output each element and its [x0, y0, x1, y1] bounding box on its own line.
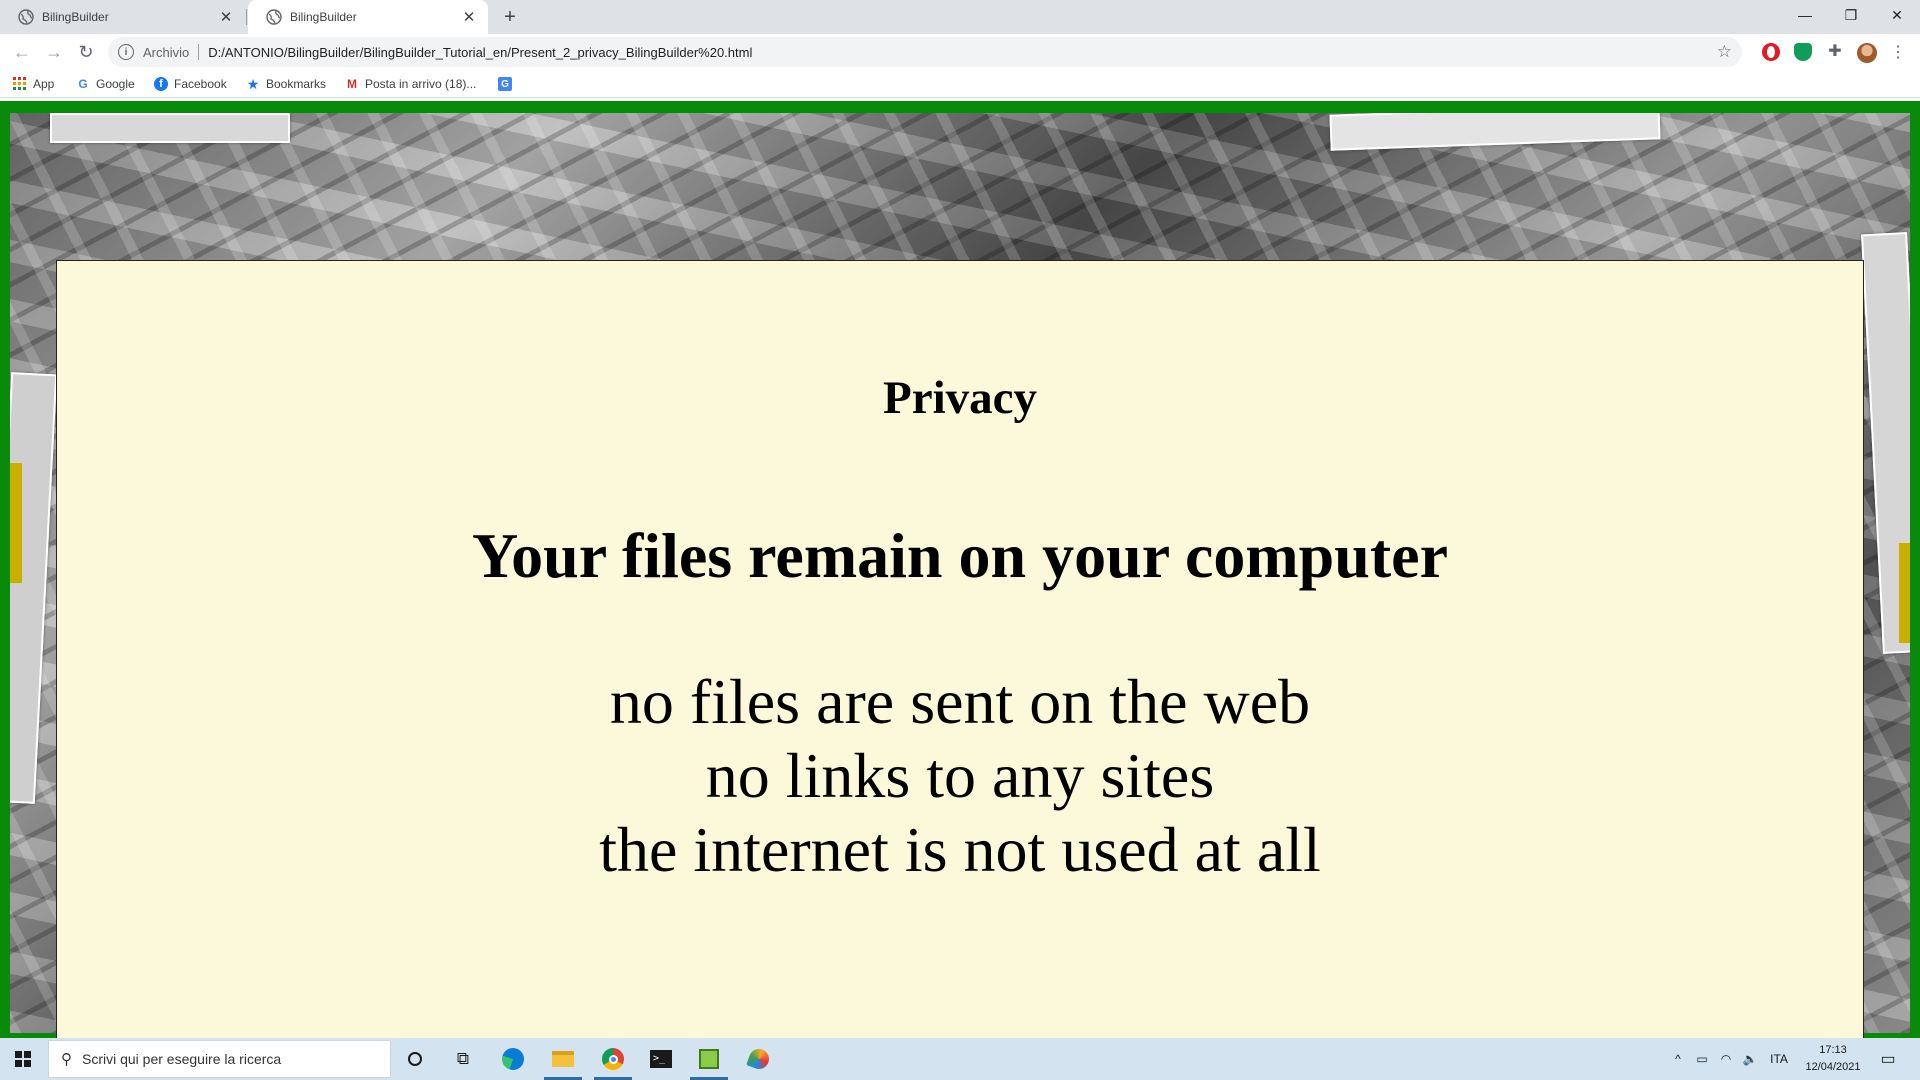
- task-view-icon[interactable]: ⧉: [440, 1038, 486, 1080]
- slide-line-1: no files are sent on the web: [609, 666, 1311, 737]
- gmail-icon: M: [347, 77, 357, 91]
- tab-bilingbuilder-1[interactable]: BilingBuilder ✕: [0, 0, 245, 34]
- tab-strip: BilingBuilder ✕ BilingBuilder ✕ + — ❐ ✕: [0, 0, 1920, 34]
- collage-photo-edge: [10, 463, 22, 583]
- bookmarks-bar: App G Google f Facebook ★ Bookmarks M Po…: [0, 70, 1920, 98]
- shield-icon[interactable]: [1794, 43, 1812, 61]
- tab-divider: [246, 9, 247, 25]
- page-viewport: Privacy Your files remain on your comput…: [0, 101, 1920, 1080]
- show-hidden-icons-chevron-icon[interactable]: ^: [1666, 1038, 1690, 1080]
- bookmark-label: Posta in arrivo (18)...: [365, 77, 477, 91]
- forward-arrow-icon: →: [45, 41, 63, 62]
- notifications-icon[interactable]: ▭: [1870, 1038, 1906, 1080]
- close-icon[interactable]: ✕: [217, 8, 235, 26]
- tab-title: BilingBuilder: [42, 10, 109, 24]
- taskbar-search[interactable]: ⚲: [48, 1040, 391, 1078]
- browser-toolbar: ← → ↻ i Archivio D:/ANTONIO/BilingBuilde…: [0, 34, 1920, 70]
- collage-photo-edge: [1899, 543, 1910, 643]
- globe-icon: [266, 9, 282, 25]
- reload-icon: ↻: [78, 41, 94, 62]
- slide-line-2: no links to any sites: [705, 740, 1215, 811]
- slide-heading: Privacy: [883, 372, 1037, 424]
- file-explorer-icon[interactable]: [540, 1038, 586, 1080]
- puzzle-icon[interactable]: ✚: [1826, 43, 1844, 61]
- restore-button[interactable]: ❐: [1828, 0, 1874, 30]
- windows-taskbar: ⚲ ⧉ >_ ^ ▭ ◠ 🔈 ITA 17:13 12/04/2021 ▭: [0, 1038, 1920, 1080]
- new-tab-button[interactable]: +: [498, 5, 522, 29]
- slide-line-3: the internet is not used at all: [599, 814, 1321, 885]
- search-icon: ⚲: [61, 1051, 72, 1068]
- windows-logo-icon: [15, 1051, 31, 1067]
- bookmark-label: App: [33, 77, 55, 91]
- bookmark-label: Facebook: [174, 77, 227, 91]
- collage-photo: [1329, 113, 1661, 151]
- bookmark-label: Google: [96, 77, 135, 91]
- bookmark-google[interactable]: G Google: [76, 75, 135, 93]
- star-icon: ★: [246, 75, 260, 92]
- bookmark-label: Bookmarks: [266, 77, 327, 91]
- clock-date: 12/04/2021: [1805, 1061, 1861, 1073]
- google-icon: G: [78, 77, 88, 91]
- wifi-icon[interactable]: ◠: [1714, 1038, 1738, 1080]
- address-scheme-label: Archivio: [143, 44, 190, 60]
- clock-time: 17:13: [1819, 1044, 1847, 1056]
- window-close-button[interactable]: ✕: [1874, 0, 1920, 30]
- back-arrow-icon: ←: [13, 41, 31, 62]
- translate-icon: G: [498, 77, 512, 91]
- collage-photo: [10, 372, 58, 804]
- paint-icon[interactable]: [736, 1038, 782, 1080]
- bookmark-facebook[interactable]: f Facebook: [154, 75, 227, 93]
- info-icon[interactable]: i: [118, 44, 134, 60]
- forward-button[interactable]: →: [40, 38, 68, 66]
- start-button[interactable]: [0, 1038, 46, 1080]
- back-button[interactable]: ←: [8, 38, 36, 66]
- reload-button[interactable]: ↻: [72, 38, 100, 66]
- address-bar[interactable]: i Archivio D:/ANTONIO/BilingBuilder/Bili…: [108, 37, 1742, 67]
- edge-icon[interactable]: [490, 1038, 536, 1080]
- notepad-icon[interactable]: [686, 1038, 732, 1080]
- taskbar-search-input[interactable]: [82, 1051, 382, 1067]
- address-divider: [198, 44, 200, 60]
- terminal-icon[interactable]: >_: [638, 1038, 684, 1080]
- profile-avatar[interactable]: [1857, 43, 1877, 63]
- bookmark-translate[interactable]: G: [498, 75, 518, 93]
- menu-dots-icon[interactable]: ⋮: [1884, 38, 1912, 66]
- language-indicator[interactable]: ITA: [1764, 1038, 1794, 1080]
- bookmark-star-icon[interactable]: ☆: [1717, 42, 1732, 62]
- tab-title: BilingBuilder: [290, 10, 357, 24]
- apps-grid-icon: [13, 77, 27, 91]
- device-icon[interactable]: ▭: [1690, 1038, 1714, 1080]
- minimize-button[interactable]: —: [1782, 0, 1828, 30]
- facebook-icon: f: [154, 77, 168, 91]
- tab-bilingbuilder-2[interactable]: BilingBuilder ✕: [248, 0, 488, 34]
- bookmark-gmail[interactable]: M Posta in arrivo (18)...: [345, 75, 476, 93]
- collage-photo: [50, 113, 290, 143]
- bookmark-app[interactable]: App: [13, 75, 54, 93]
- bookmark-bookmarks[interactable]: ★ Bookmarks: [246, 75, 326, 93]
- slide-subheading: Your files remain on your computer: [472, 520, 1448, 591]
- privacy-slide-card: Privacy Your files remain on your comput…: [56, 260, 1864, 1080]
- volume-icon[interactable]: 🔈: [1738, 1038, 1762, 1080]
- globe-icon: [18, 9, 34, 25]
- opera-icon[interactable]: [1762, 43, 1780, 61]
- chrome-icon[interactable]: [590, 1038, 636, 1080]
- taskbar-clock[interactable]: 17:13 12/04/2021: [1792, 1042, 1874, 1076]
- cortana-icon[interactable]: [392, 1038, 438, 1080]
- close-icon[interactable]: ✕: [460, 8, 478, 26]
- address-url[interactable]: D:/ANTONIO/BilingBuilder/BilingBuilder_T…: [208, 45, 752, 60]
